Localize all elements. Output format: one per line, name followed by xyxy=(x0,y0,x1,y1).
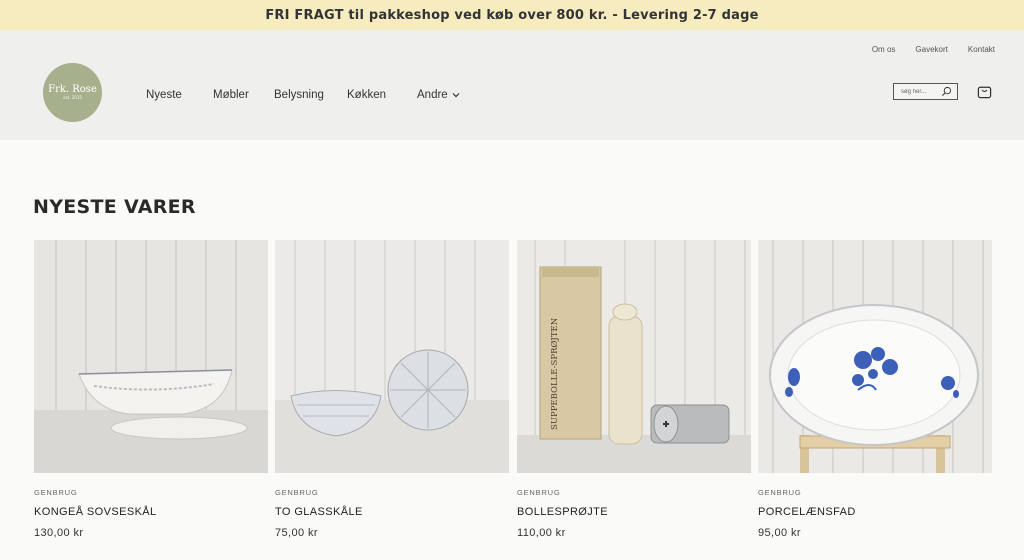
product-card: GENBRUG TO GLASSKÅLE 75,00 kr xyxy=(275,240,509,539)
search-box xyxy=(893,83,958,100)
nav-item-mobler[interactable]: Møbler xyxy=(213,89,249,101)
product-category: GENBRUG xyxy=(275,488,319,497)
link-om-os[interactable]: Om os xyxy=(872,45,896,54)
product-price: 95,00 kr xyxy=(758,527,801,539)
shopping-bag-icon[interactable] xyxy=(977,84,992,99)
chevron-down-icon xyxy=(452,93,460,98)
product-name[interactable]: PORCELÆNSFAD xyxy=(758,506,992,518)
product-card: GENBRUG PORCELÆNSFAD 95,00 kr xyxy=(758,240,992,539)
product-name[interactable]: KONGEÅ SOVSESKÅL xyxy=(34,506,268,518)
search-input[interactable] xyxy=(901,88,941,95)
logo-subtitle: est. 2015 xyxy=(63,95,82,100)
product-image-gravy-boat[interactable] xyxy=(34,240,268,473)
product-card: GENBRUG KONGEÅ SOVSESKÅL 130,00 kr xyxy=(34,240,268,539)
utility-links: Om os Gavekort Kontakt xyxy=(872,45,995,54)
product-image-label: SUPPEBOLLE-SPRØJTEN xyxy=(549,317,560,430)
announcement-bar: FRI FRAGT til pakkeshop ved køb over 800… xyxy=(0,0,1024,30)
product-name[interactable]: BOLLESPRØJTE xyxy=(517,506,751,518)
nav-item-nyeste[interactable]: Nyeste xyxy=(146,89,182,101)
product-image-bun-syringe[interactable]: SUPPEBOLLE-SPRØJTEN xyxy=(517,240,751,473)
nav-item-belysning[interactable]: Belysning xyxy=(274,89,324,101)
site-header: Frk. Rose est. 2015 Nyeste Møbler Belysn… xyxy=(0,30,1024,140)
product-category: GENBRUG xyxy=(34,488,78,497)
product-image-glass-bowls[interactable] xyxy=(275,240,509,473)
product-name[interactable]: TO GLASSKÅLE xyxy=(275,506,509,518)
logo-name: Frk. Rose xyxy=(48,84,97,95)
product-category: GENBRUG xyxy=(758,488,802,497)
nav-item-kokken[interactable]: Køkken xyxy=(347,89,386,101)
product-price: 130,00 kr xyxy=(34,527,84,539)
link-kontakt[interactable]: Kontakt xyxy=(968,45,995,54)
product-image-porcelain-dish[interactable] xyxy=(758,240,992,473)
product-price: 75,00 kr xyxy=(275,527,318,539)
nav-item-andre-label: Andre xyxy=(417,89,448,101)
product-card: SUPPEBOLLE-SPRØJTEN GENBRUG BOLLESPRØJTE… xyxy=(517,240,751,539)
nav-item-andre[interactable]: Andre xyxy=(417,89,460,101)
search-icon[interactable] xyxy=(941,86,952,97)
section-title: NYESTE VARER xyxy=(33,196,196,218)
link-gavekort[interactable]: Gavekort xyxy=(915,45,947,54)
product-category: GENBRUG xyxy=(517,488,561,497)
logo[interactable]: Frk. Rose est. 2015 xyxy=(43,63,102,122)
product-price: 110,00 kr xyxy=(517,527,566,539)
